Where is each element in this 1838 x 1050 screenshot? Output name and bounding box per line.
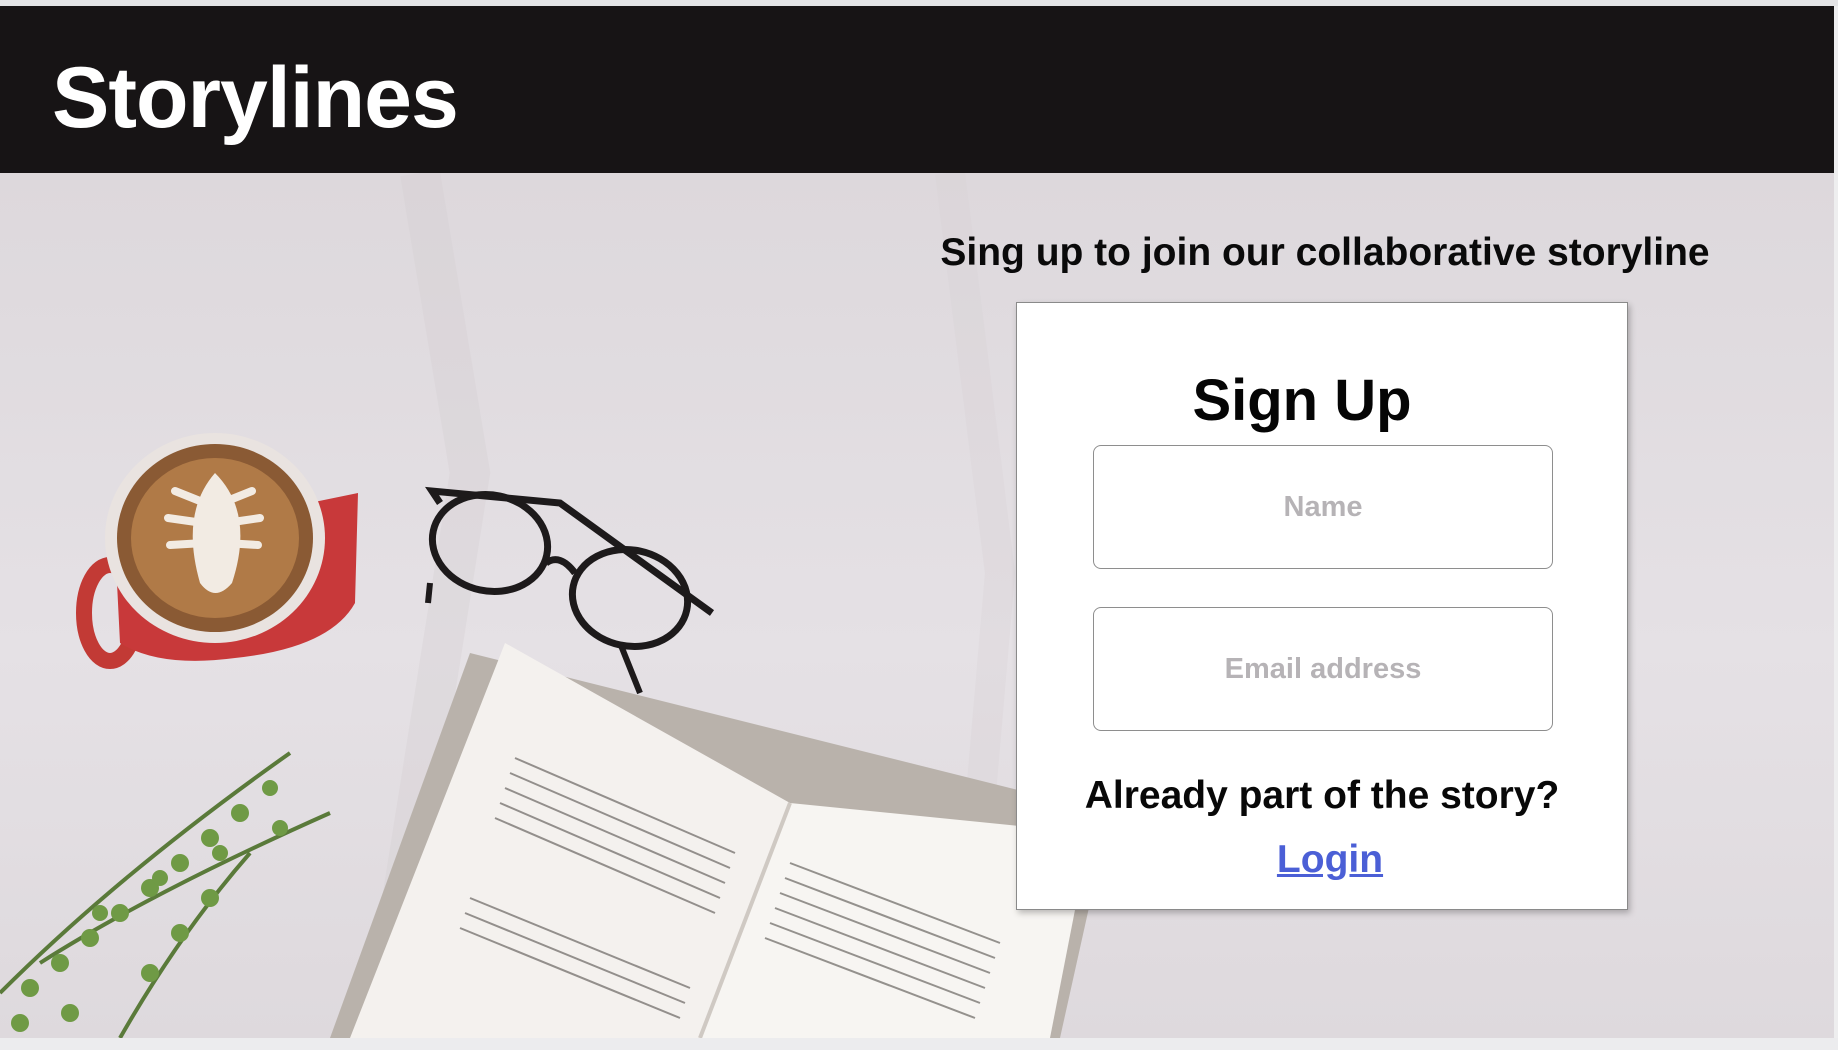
email-input[interactable] (1093, 607, 1553, 731)
site-header: Storylines (0, 6, 1834, 173)
brand-title[interactable]: Storylines (52, 48, 459, 148)
coffee-mug-graphic (76, 433, 358, 669)
already-member-text: Already part of the story? (1084, 774, 1560, 817)
page: Storylines Sing up to join our collabora… (0, 0, 1838, 1050)
plant-sprig-graphic (0, 751, 331, 1038)
signup-tagline: Sing up to join our collaborative storyl… (940, 231, 1710, 274)
bottom-border (0, 1038, 1838, 1050)
signup-heading: Sign Up (1192, 368, 1412, 433)
right-border (1834, 6, 1838, 1038)
login-link[interactable]: Login (1230, 835, 1430, 885)
name-input[interactable] (1093, 445, 1553, 569)
